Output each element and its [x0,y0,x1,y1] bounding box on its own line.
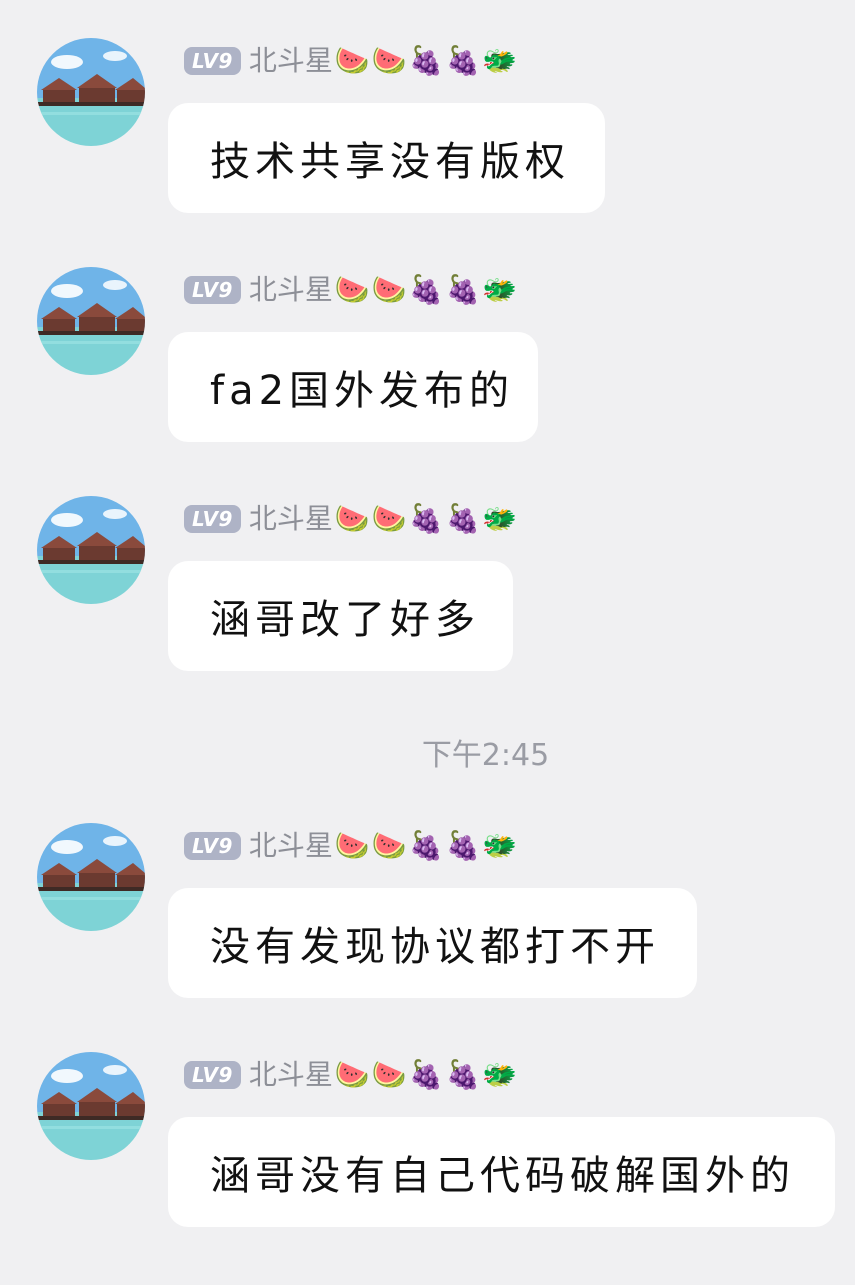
level-badge: LV9 [184,832,241,860]
chat-view: LV9 北斗星 🍉 🍉 🍇 🍇 🐲 技术共享没有版权 LV9 北斗星 🍉 🍉 🍇… [0,0,855,1285]
watermelon-icon: 🍉 [371,1058,407,1091]
sender-name[interactable]: 北斗星 [249,44,333,78]
message-bubble[interactable]: 技术共享没有版权 [168,103,605,213]
name-emojis: 🍉 🍉 🍇 🍇 🐲 [335,829,519,863]
watermelon-icon: 🍉 [371,829,407,862]
grapes-icon: 🍇 [408,273,444,306]
avatar[interactable] [37,823,145,931]
dragon-icon: 🐲 [482,44,518,77]
watermelon-icon: 🍉 [334,44,370,77]
watermelon-icon: 🍉 [371,502,407,535]
sender-row: LV9 北斗星 🍉 🍉 🍇 🍇 🐲 [184,502,519,536]
grapes-icon: 🍇 [408,44,444,77]
timestamp-label: 下午2:45 [421,738,550,773]
name-emojis: 🍉 🍉 🍇 🍇 🐲 [335,502,519,536]
message-bubble[interactable]: fa2国外发布的 [168,332,538,442]
sender-row: LV9 北斗星 🍉 🍉 🍇 🍇 🐲 [184,44,519,78]
watermelon-icon: 🍉 [334,273,370,306]
grapes-icon: 🍇 [445,829,481,862]
avatar[interactable] [37,38,145,146]
grapes-icon: 🍇 [408,829,444,862]
grapes-icon: 🍇 [445,273,481,306]
message-bubble[interactable]: 没有发现协议都打不开 [168,888,697,998]
sender-row: LV9 北斗星 🍉 🍉 🍇 🍇 🐲 [184,829,519,863]
level-badge: LV9 [184,276,241,304]
name-emojis: 🍉 🍉 🍇 🍇 🐲 [335,1058,519,1092]
watermelon-icon: 🍉 [334,502,370,535]
watermelon-icon: 🍉 [334,829,370,862]
message-bubble[interactable]: 涵哥改了好多 [168,561,513,671]
message-bubble[interactable]: 涵哥没有自己代码破解国外的 [168,1117,835,1227]
level-badge: LV9 [184,47,241,75]
name-emojis: 🍉 🍉 🍇 🍇 🐲 [335,273,519,307]
sender-name[interactable]: 北斗星 [249,273,333,307]
dragon-icon: 🐲 [482,502,518,535]
sender-name[interactable]: 北斗星 [249,502,333,536]
sender-row: LV9 北斗星 🍉 🍉 🍇 🍇 🐲 [184,1058,519,1092]
sender-row: LV9 北斗星 🍉 🍉 🍇 🍇 🐲 [184,273,519,307]
dragon-icon: 🐲 [482,1058,518,1091]
sender-name[interactable]: 北斗星 [249,829,333,863]
name-emojis: 🍉 🍉 🍇 🍇 🐲 [335,44,519,78]
grapes-icon: 🍇 [445,1058,481,1091]
sender-name[interactable]: 北斗星 [249,1058,333,1092]
avatar[interactable] [37,1052,145,1160]
level-badge: LV9 [184,1061,241,1089]
avatar[interactable] [37,267,145,375]
grapes-icon: 🍇 [408,1058,444,1091]
dragon-icon: 🐲 [482,829,518,862]
watermelon-icon: 🍉 [371,44,407,77]
watermelon-icon: 🍉 [334,1058,370,1091]
watermelon-icon: 🍉 [371,273,407,306]
grapes-icon: 🍇 [445,44,481,77]
dragon-icon: 🐲 [482,273,518,306]
level-badge: LV9 [184,505,241,533]
grapes-icon: 🍇 [408,502,444,535]
timestamp-divider: 下午2:45 [0,730,855,774]
avatar[interactable] [37,496,145,604]
grapes-icon: 🍇 [445,502,481,535]
